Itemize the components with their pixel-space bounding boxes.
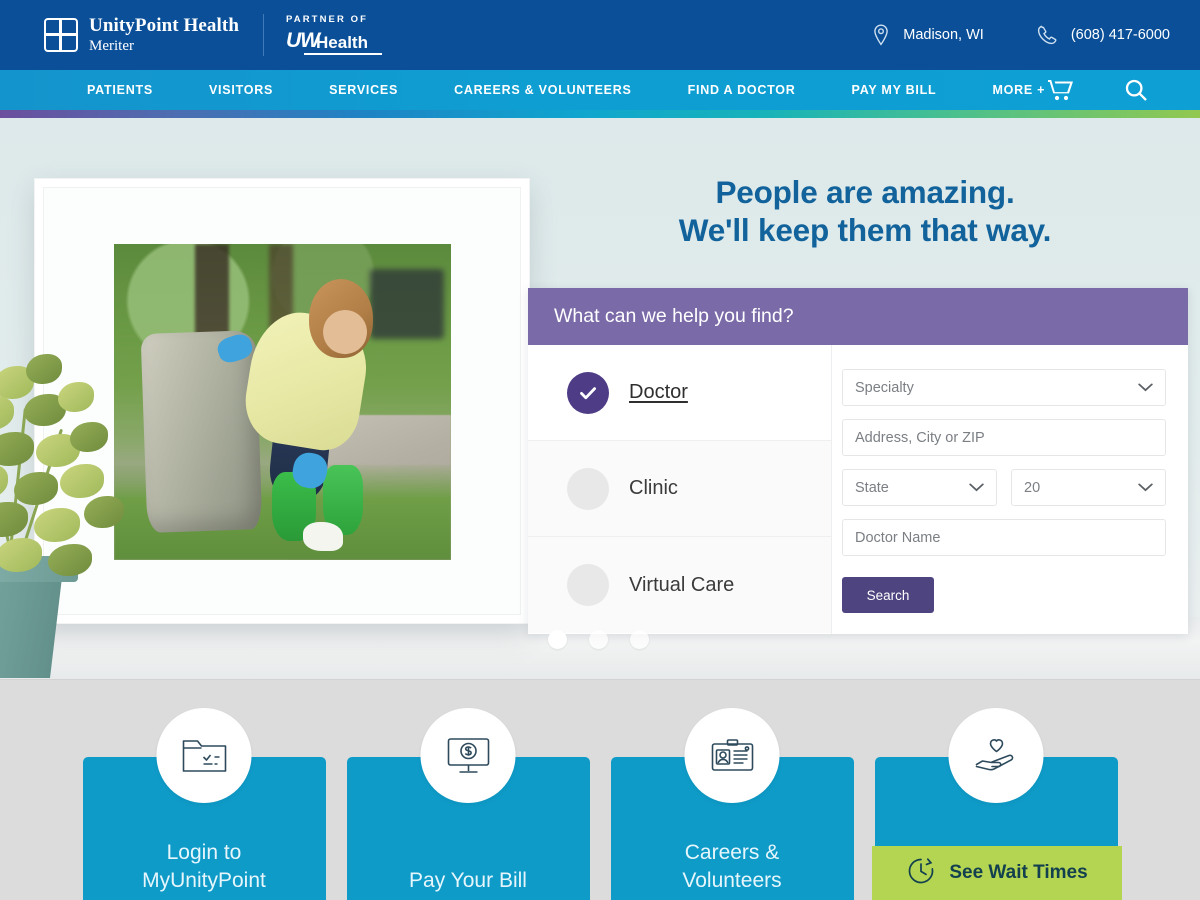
specialty-select[interactable]: Specialty [842, 369, 1166, 406]
option-clinic[interactable]: Clinic [528, 441, 831, 537]
option-virtual-care[interactable]: Virtual Care [528, 537, 831, 633]
address-city-zip-input[interactable]: Address, City or ZIP [842, 419, 1166, 456]
carousel-dot-1[interactable] [548, 630, 567, 649]
carousel-dots [548, 630, 649, 649]
nav-item-patients[interactable]: PATIENTS [59, 83, 181, 97]
doctor-name-value: Doctor Name [855, 529, 941, 546]
carousel-dot-2[interactable] [589, 630, 608, 649]
nav-item-services[interactable]: SERVICES [301, 83, 426, 97]
brand-gradient-divider [0, 110, 1200, 118]
doctor-name-input[interactable]: Doctor Name [842, 519, 1166, 556]
potted-plant-decoration [0, 348, 152, 678]
phone-icon [1036, 24, 1058, 46]
chevron-down-icon [1138, 380, 1153, 396]
chevron-down-icon [1138, 480, 1153, 496]
location-pin-icon [872, 24, 890, 46]
nav-item-pay-my-bill[interactable]: PAY MY BILL [824, 83, 965, 97]
nav-items: PATIENTS VISITORS SERVICES CAREERS & VOL… [59, 83, 1073, 97]
phone-link[interactable]: (608) 417-6000 [1036, 24, 1170, 46]
option-virtual-care-label: Virtual Care [629, 573, 735, 596]
option-doctor-label: Doctor [629, 381, 688, 403]
state-value: State [855, 479, 889, 496]
folder-chart-icon [156, 708, 252, 803]
shopping-cart-icon[interactable] [1048, 79, 1074, 101]
site-logo[interactable]: UnityPoint Health Meriter [44, 16, 239, 54]
logo-divider [263, 14, 265, 56]
find-care-search-widget: What can we help you find? Doctor Clinic [528, 288, 1188, 634]
partner-of-label: PARTNER OF [286, 13, 369, 25]
radius-value: 20 [1024, 479, 1041, 496]
radio-unselected-icon [567, 564, 609, 606]
state-select[interactable]: State [842, 469, 997, 506]
card-careers-volunteers[interactable]: Careers & Volunteers [610, 708, 854, 900]
carousel-dot-3[interactable] [630, 630, 649, 649]
hero-photo-boy-picking-litter [114, 244, 451, 560]
hand-heart-icon [948, 708, 1044, 803]
card-label: Pay Your Bill [409, 868, 527, 892]
headline-line-1: People are amazing. [715, 174, 1015, 210]
location-link[interactable]: Madison, WI [872, 24, 984, 46]
card-label: Login to MyUnityPoint [142, 841, 266, 892]
card-login-myunitypoint[interactable]: Login to MyUnityPoint [82, 708, 326, 900]
card-pay-your-bill[interactable]: Pay Your Bill [346, 708, 590, 900]
search-type-options: Doctor Clinic Virtual Care [528, 345, 832, 634]
id-badge-icon [684, 708, 780, 803]
wait-times-label: See Wait Times [949, 862, 1088, 883]
specialty-value: Specialty [855, 379, 914, 396]
card-label: Careers & Volunteers [682, 841, 782, 892]
search-button[interactable]: Search [842, 577, 934, 613]
phone-text: (608) 417-6000 [1070, 27, 1170, 43]
location-text: Madison, WI [903, 27, 984, 43]
unitypoint-cross-logo-icon [44, 18, 78, 52]
utility-header: UnityPoint Health Meriter PARTNER OF UW … [0, 0, 1200, 70]
see-wait-times-button[interactable]: See Wait Times [872, 846, 1122, 900]
hero-section: People are amazing. We'll keep them that… [0, 118, 1200, 679]
chevron-down-icon [969, 480, 984, 496]
widget-title: What can we help you find? [528, 288, 1188, 345]
hero-headline: People are amazing. We'll keep them that… [530, 173, 1200, 250]
search-form: Specialty Address, City or ZIP State 20 … [832, 345, 1188, 634]
nav-item-careers-volunteers[interactable]: CAREERS & VOLUNTEERS [426, 83, 660, 97]
uw-text: UW [286, 29, 320, 53]
monitor-dollar-icon [420, 708, 516, 803]
headline-line-2: We'll keep them that way. [678, 212, 1052, 249]
search-icon[interactable] [1124, 78, 1148, 102]
clock-refresh-icon [906, 856, 936, 891]
health-text: Health [316, 33, 368, 53]
radius-select[interactable]: 20 [1011, 469, 1166, 506]
nav-item-visitors[interactable]: VISITORS [181, 83, 301, 97]
logo-subtitle: Meriter [89, 38, 134, 54]
radio-unselected-icon [567, 467, 609, 510]
check-icon [567, 371, 609, 414]
address-value: Address, City or ZIP [855, 429, 985, 446]
logo-title: UnityPoint Health [89, 15, 240, 36]
nav-item-find-a-doctor[interactable]: FIND A DOCTOR [660, 83, 824, 97]
quick-links-section: Login to MyUnityPoint Pay Your Bill Care… [0, 679, 1200, 900]
option-doctor[interactable]: Doctor [528, 345, 831, 441]
partner-logo: PARTNER OF UW Health [286, 13, 383, 56]
option-clinic-label: Clinic [629, 477, 678, 499]
partner-underline [304, 53, 383, 56]
main-navigation: PATIENTS VISITORS SERVICES CAREERS & VOL… [0, 70, 1200, 110]
